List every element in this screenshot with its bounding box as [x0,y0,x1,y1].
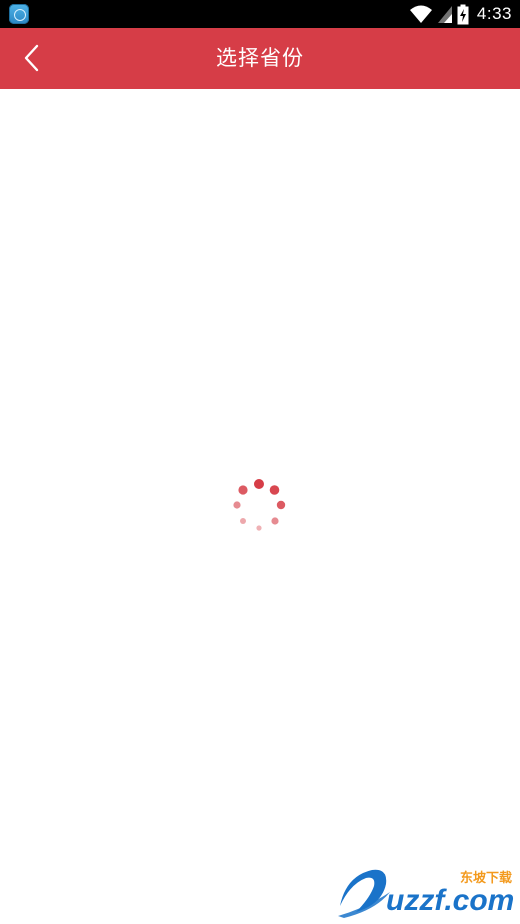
spinner-dot [256,525,262,531]
spinner-dot [269,485,280,495]
screen: 4:33 选择省份 东坡下载 uzzf.com [0,0,520,924]
wifi-icon [409,5,432,23]
spinner-dot [271,517,279,525]
status-icons: 4:33 [409,0,512,28]
battery-charging-icon [457,4,469,24]
watermark-swoosh-icon [338,869,390,918]
back-button[interactable] [10,36,54,80]
chevron-left-icon [24,44,39,72]
loading-spinner-icon [233,479,286,531]
title-bar: 选择省份 [0,28,520,89]
spinner-dot [240,518,246,524]
spinner-dot [254,479,264,489]
status-bar: 4:33 [0,0,520,28]
status-time: 4:33 [476,4,512,23]
watermark-logo: 东坡下载 uzzf.com [338,869,514,918]
signal-icon [437,6,452,23]
app-notification-icon [9,4,29,24]
watermark-brand: uzzf.com [386,884,514,917]
spinner-dot [233,501,241,509]
spinner-dot [238,485,248,495]
page-title: 选择省份 [216,46,304,70]
spinner-dot [276,500,286,510]
